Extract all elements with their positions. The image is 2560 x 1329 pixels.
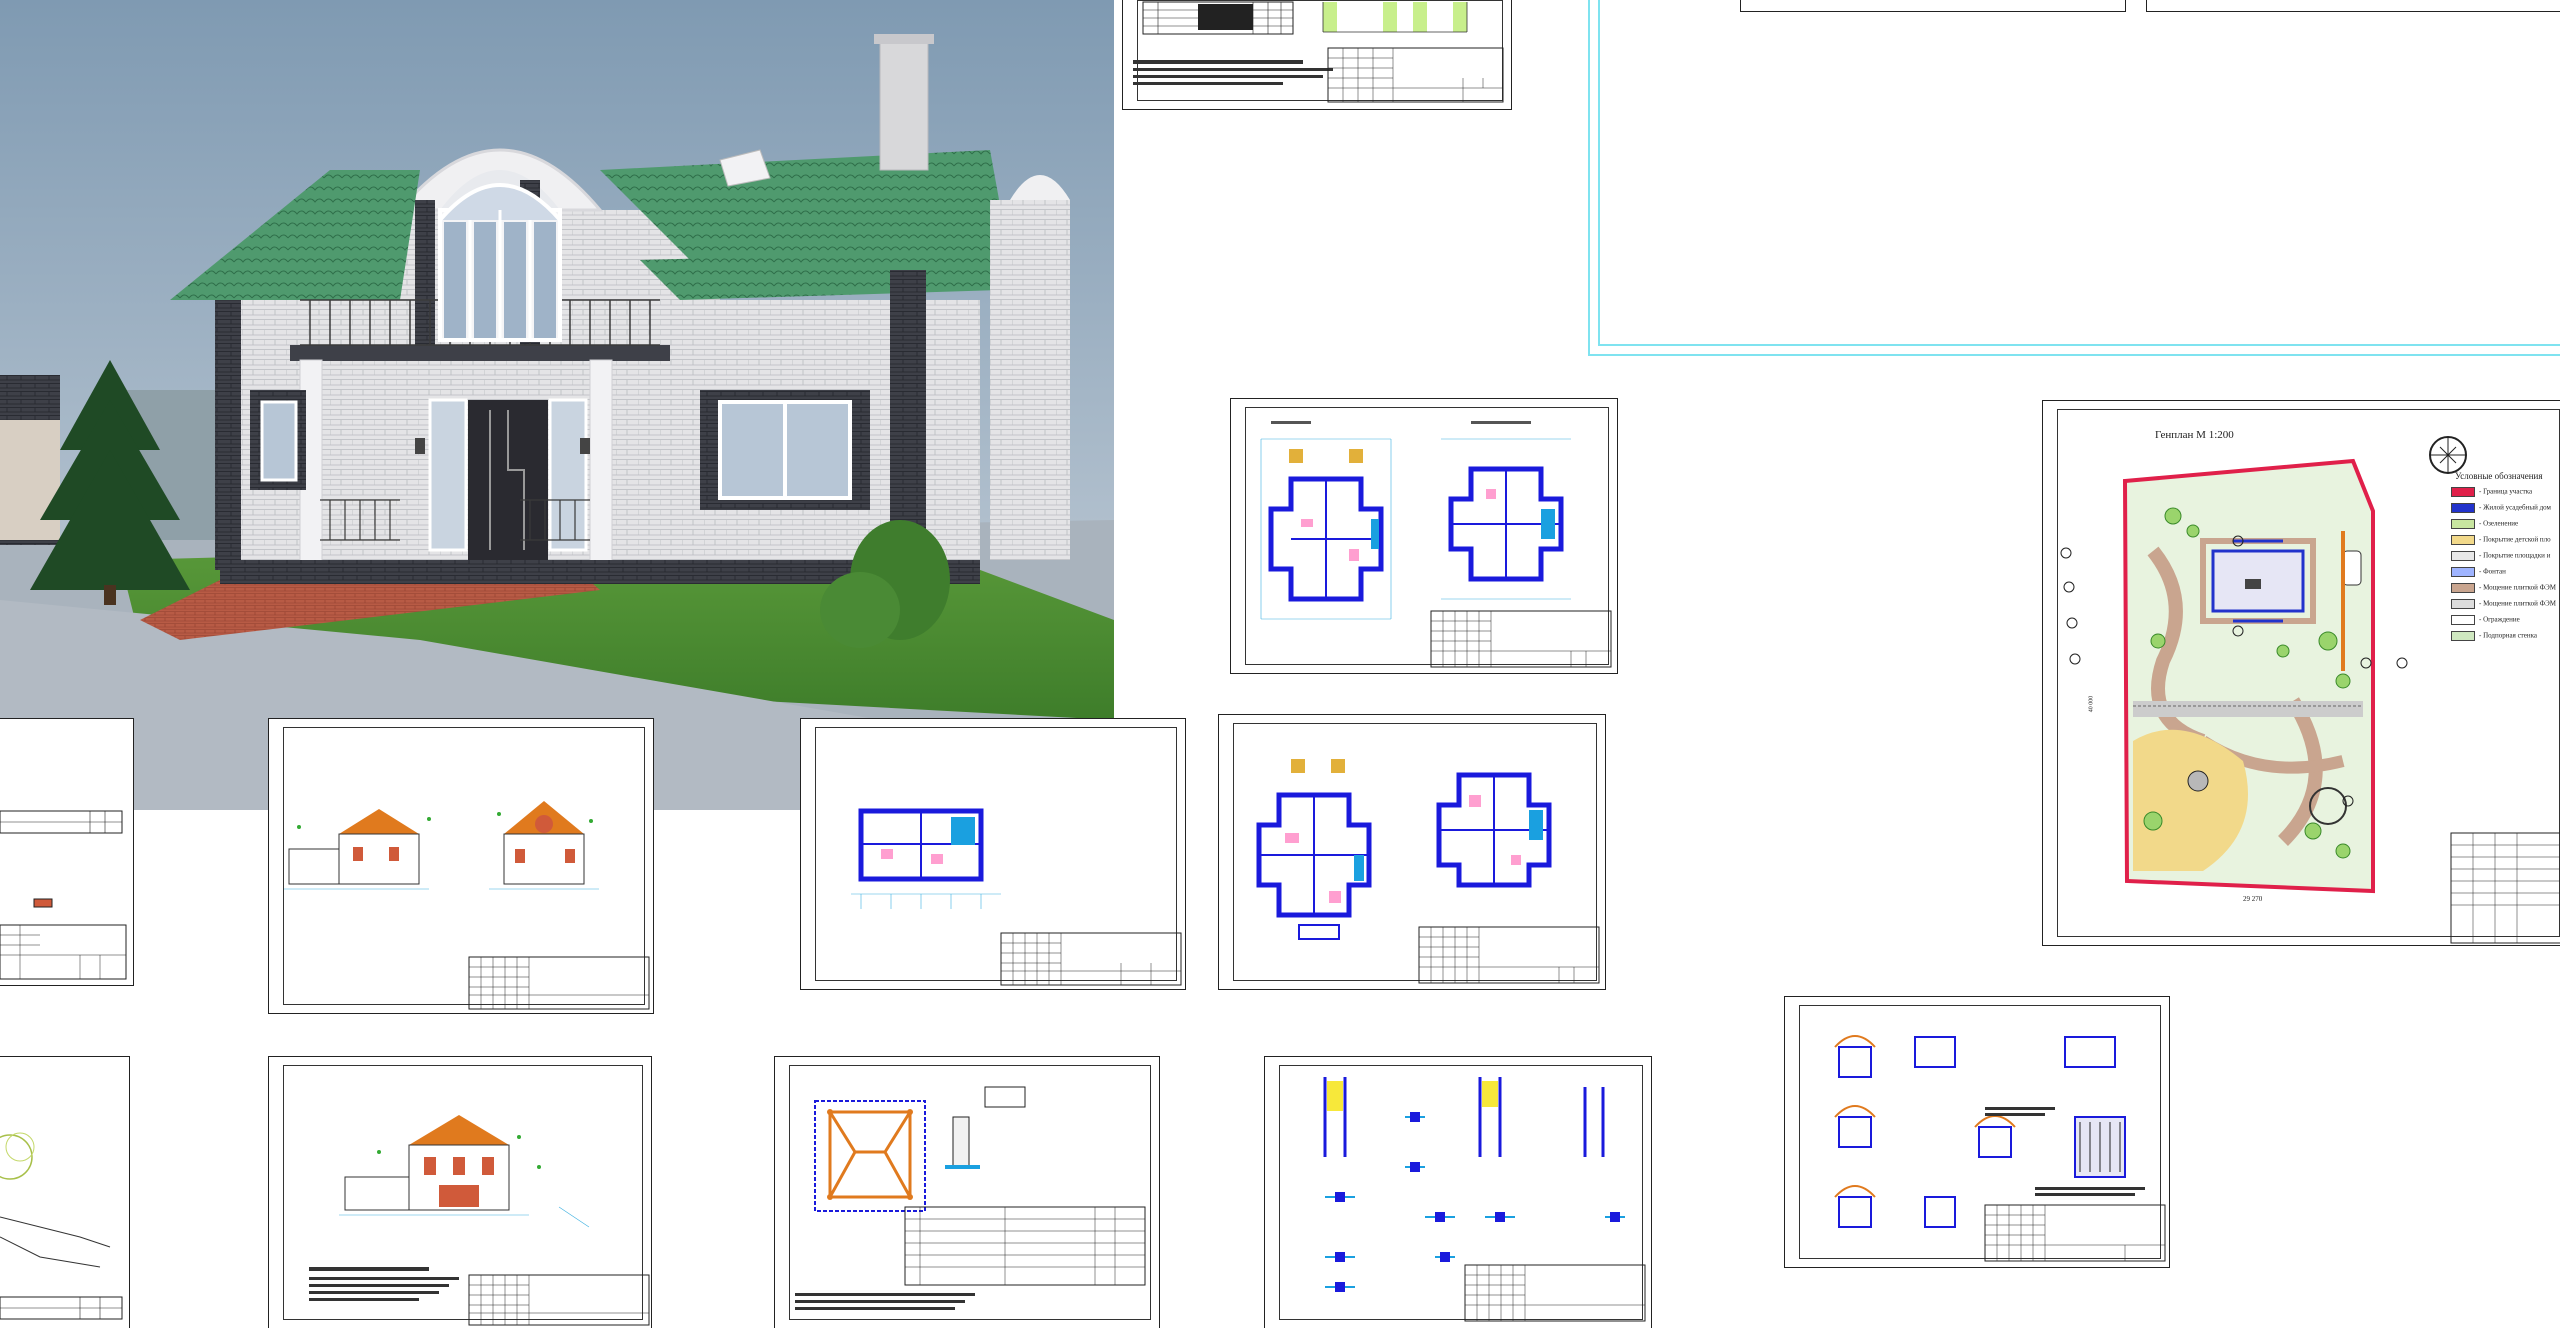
legend-swatch — [2451, 535, 2475, 545]
legend-swatch — [2451, 631, 2475, 641]
sheet-details[interactable] — [1784, 996, 2170, 1268]
legend-swatch — [2451, 599, 2475, 609]
legend-item: - Граница участка — [2451, 487, 2556, 503]
legend-swatch — [2451, 567, 2475, 577]
legend-item: - Фонтан — [2451, 567, 2556, 583]
sheet-cyan-frame[interactable] — [1588, 0, 2560, 356]
site-plan-dim-bottom: 29 270 — [2243, 895, 2263, 903]
sheet-basement-plan[interactable] — [800, 718, 1186, 990]
cyan-inner-frame — [1598, 0, 2560, 346]
sheet-floor-plans-1[interactable] — [1230, 398, 1618, 674]
legend-item: - Ограждение — [2451, 615, 2556, 631]
landscape-left-drawing — [0, 1132, 123, 1320]
basement-plan-drawing — [851, 808, 1182, 986]
sheet-roof-plan[interactable] — [774, 1056, 1160, 1328]
legend-item: - Покрытие площадки и — [2451, 551, 2556, 567]
sheet-facade-2[interactable] — [268, 1056, 652, 1328]
legend-swatch — [2451, 615, 2475, 625]
facade-2-drawing — [309, 1115, 650, 1326]
site-plan-drawing — [2060, 436, 2560, 944]
sheet-notes-top[interactable] — [1122, 0, 1512, 110]
legend-item: - Покрытие детской пло — [2451, 535, 2556, 551]
notes-sheet-drawing — [1133, 1, 1504, 103]
house-rendering[interactable] — [0, 0, 1114, 810]
house-rendering-image — [0, 0, 1114, 810]
legend-item: - Жилой усадебный дом — [2451, 503, 2556, 519]
floor-plans-1-drawing — [1260, 421, 1612, 668]
legend-left-drawing — [0, 810, 127, 980]
legend-swatch — [2451, 551, 2475, 561]
legend-swatch — [2451, 583, 2475, 593]
legend-swatch — [2451, 487, 2475, 497]
sheet-sections-details[interactable] — [1264, 1056, 1652, 1328]
legend-item: - Озеленение — [2451, 519, 2556, 535]
legend-list: - Граница участка - Жилой усадебный дом … — [2451, 487, 2556, 647]
legend-swatch — [2451, 503, 2475, 513]
legend-heading: Условные обозначения — [2455, 471, 2543, 481]
legend-item: - Мощение плиткой ФЭМ — [2451, 599, 2556, 615]
legend-swatch — [2451, 519, 2475, 529]
site-plan-dim-left: 40 000 — [2088, 695, 2095, 713]
sheet-site-plan[interactable]: Генплан М 1:200 29 270 40 000 Условные о… — [2042, 400, 2560, 946]
details-sheet-drawing — [1834, 1035, 2166, 1262]
floor-plans-2-drawing — [1256, 759, 1600, 984]
sections-details-drawing — [1323, 1077, 1646, 1322]
legend-item: - Мощение плиткой ФЭМ — [2451, 583, 2556, 599]
legend-item: - Подпорная стенка — [2451, 631, 2556, 647]
roof-plan-drawing — [795, 1086, 1146, 1310]
sheet-legend-left[interactable] — [0, 718, 134, 986]
sheet-facades-1[interactable] — [268, 718, 654, 1014]
sheet-landscape-left[interactable] — [0, 1056, 130, 1328]
facades-1-drawing — [284, 801, 650, 1010]
sheet-floor-plans-2[interactable] — [1218, 714, 1606, 990]
